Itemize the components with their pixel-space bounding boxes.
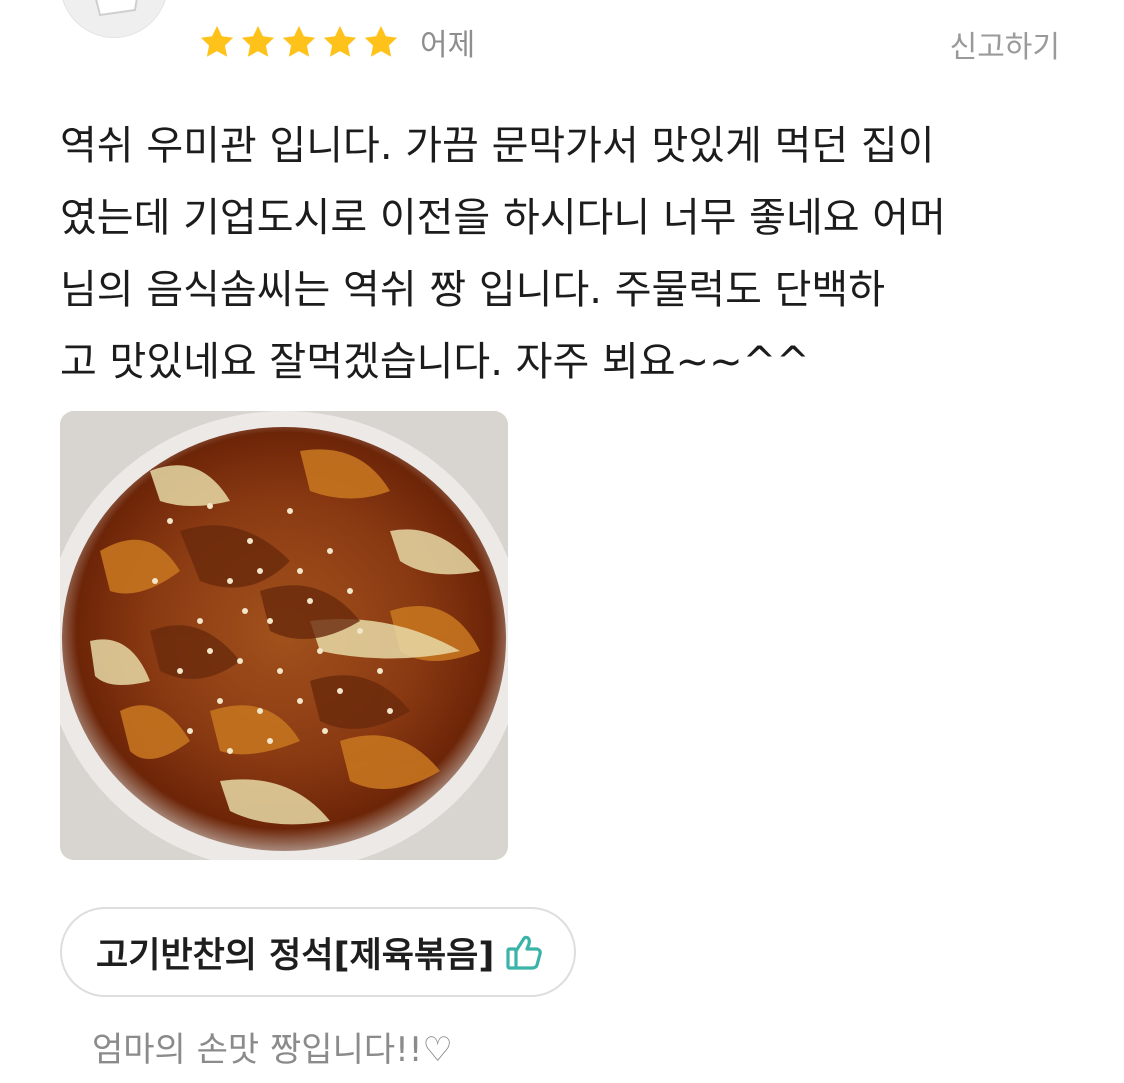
reply-preview: 엄마의 손맛 짱입니다!!♡ — [92, 1030, 453, 1070]
review-date: 어제 — [420, 28, 476, 63]
reviewer-avatar[interactable] — [60, 0, 168, 38]
report-button[interactable]: 신고하기 — [950, 22, 1060, 66]
thumbs-up-icon — [506, 935, 543, 970]
star-rating — [198, 23, 400, 61]
avatar-image — [95, 0, 138, 17]
star-icon — [364, 25, 398, 57]
review-photo[interactable] — [60, 411, 508, 860]
star-icon — [200, 25, 234, 57]
menu-tag-name: 고기반찬의 정석[제육볶음] — [96, 935, 495, 976]
review-text: 역쉬 우미관 입니다. 가끔 문막가서 맛있게 먹던 집이 였는데 기업도시로 … — [60, 123, 946, 385]
star-icon — [323, 25, 357, 57]
food-photo-image — [60, 411, 508, 860]
star-icon — [241, 25, 275, 57]
star-icon — [282, 25, 316, 57]
menu-tag-chip[interactable]: 고기반찬의 정석[제육볶음] — [60, 907, 577, 997]
review-meta: 어제 — [198, 20, 475, 64]
